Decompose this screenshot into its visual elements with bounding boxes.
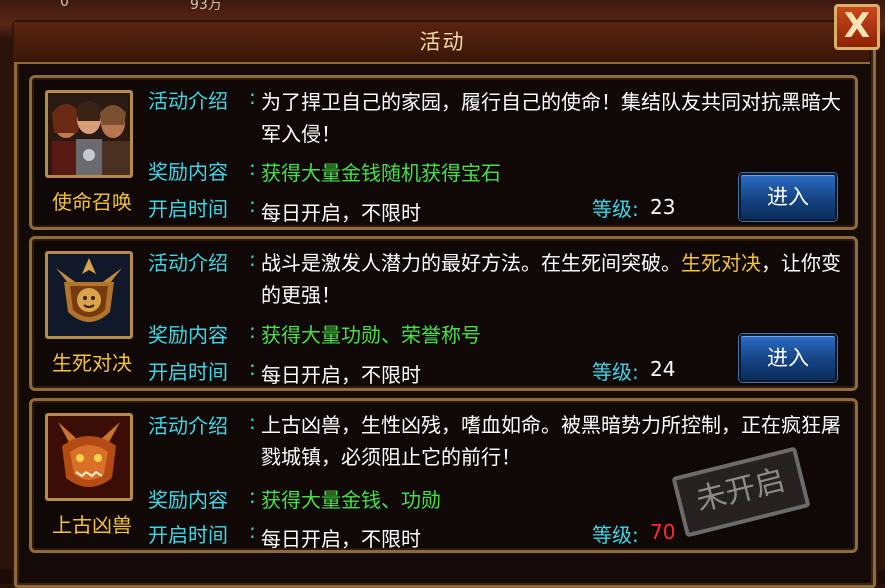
intro-colon: : [249,247,256,271]
activity-card-life-death-duel: 生死对决 活动介绍 : 战斗是激发人潜力的最好方法。在生死间突破。生死对决，让你… [29,236,858,391]
time-colon: : [249,356,256,380]
activity-name: 生死对决 [52,351,132,375]
activity-time: 每日开启，不限时 [261,201,421,225]
activity-description: 战斗是激发人潜力的最好方法。在生死间突破。生死对决，让你变的更强！ [261,247,843,311]
intro-colon: : [249,85,256,109]
level-value: 24 [650,357,676,381]
intro-colon: : [249,410,256,434]
time-colon: : [249,193,256,217]
reward-label: 奖励内容 [148,488,228,512]
activity-name: 上古凶兽 [52,513,132,537]
time-label: 开启时间 [148,523,228,547]
ancient-beast-portrait [45,413,133,501]
life-death-duel-portrait [45,251,133,339]
time-colon: : [249,519,256,543]
activity-description: 为了捍卫自己的家园，履行自己的使命！集结队友共同对抗黑暗大军入侵！ [261,90,841,146]
resource-count-2: 93万 [190,0,222,13]
activity-card-ancient-beast: 上古凶兽 活动介绍 : 上古凶兽，生性凶残，嗜血如命。被黑暗势力所控制，正在疯狂… [29,398,858,553]
activity-time: 每日开启，不限时 [261,527,421,551]
intro-label: 活动介绍 [148,251,228,275]
enter-button[interactable]: 进入 [739,334,837,382]
shield-crest-icon [48,254,130,336]
level-value: 23 [650,195,676,219]
level-label: 等级: [592,360,639,384]
activity-reward: 获得大量金钱随机获得宝石 [261,161,501,185]
time-label: 开启时间 [148,360,228,384]
reward-colon: : [249,156,256,180]
reward-colon: : [249,484,256,508]
time-label: 开启时间 [148,197,228,221]
description-highlight: 生死对决 [681,251,761,275]
reward-colon: : [249,319,256,343]
close-button[interactable]: X [834,4,880,50]
activity-card-mission-call: 使命召唤 活动介绍 : 为了捍卫自己的家园，履行自己的使命！集结队友共同对抗黑暗… [29,75,858,230]
activity-name: 使命召唤 [52,190,132,214]
enter-button[interactable]: 进入 [739,173,837,221]
intro-label: 活动介绍 [148,89,228,113]
activity-reward: 获得大量金钱、功勋 [261,488,441,512]
dialog-title: 活动 [419,30,466,54]
level-value: 70 [650,520,676,544]
dragon-portrait-icon [48,416,130,498]
activity-time: 每日开启，不限时 [261,363,421,387]
description-text: 战斗是激发人潜力的最好方法。在生死间突破。 [261,251,681,275]
level-label: 等级: [592,197,639,221]
reward-label: 奖励内容 [148,160,228,184]
resource-count-1: 0 [60,0,69,10]
heroes-portrait-icon [48,93,130,175]
activity-reward: 获得大量功勋、荣誉称号 [261,323,481,347]
mission-call-portrait [45,90,133,178]
intro-label: 活动介绍 [148,414,228,438]
reward-label: 奖励内容 [148,323,228,347]
level-label: 等级: [592,523,639,547]
